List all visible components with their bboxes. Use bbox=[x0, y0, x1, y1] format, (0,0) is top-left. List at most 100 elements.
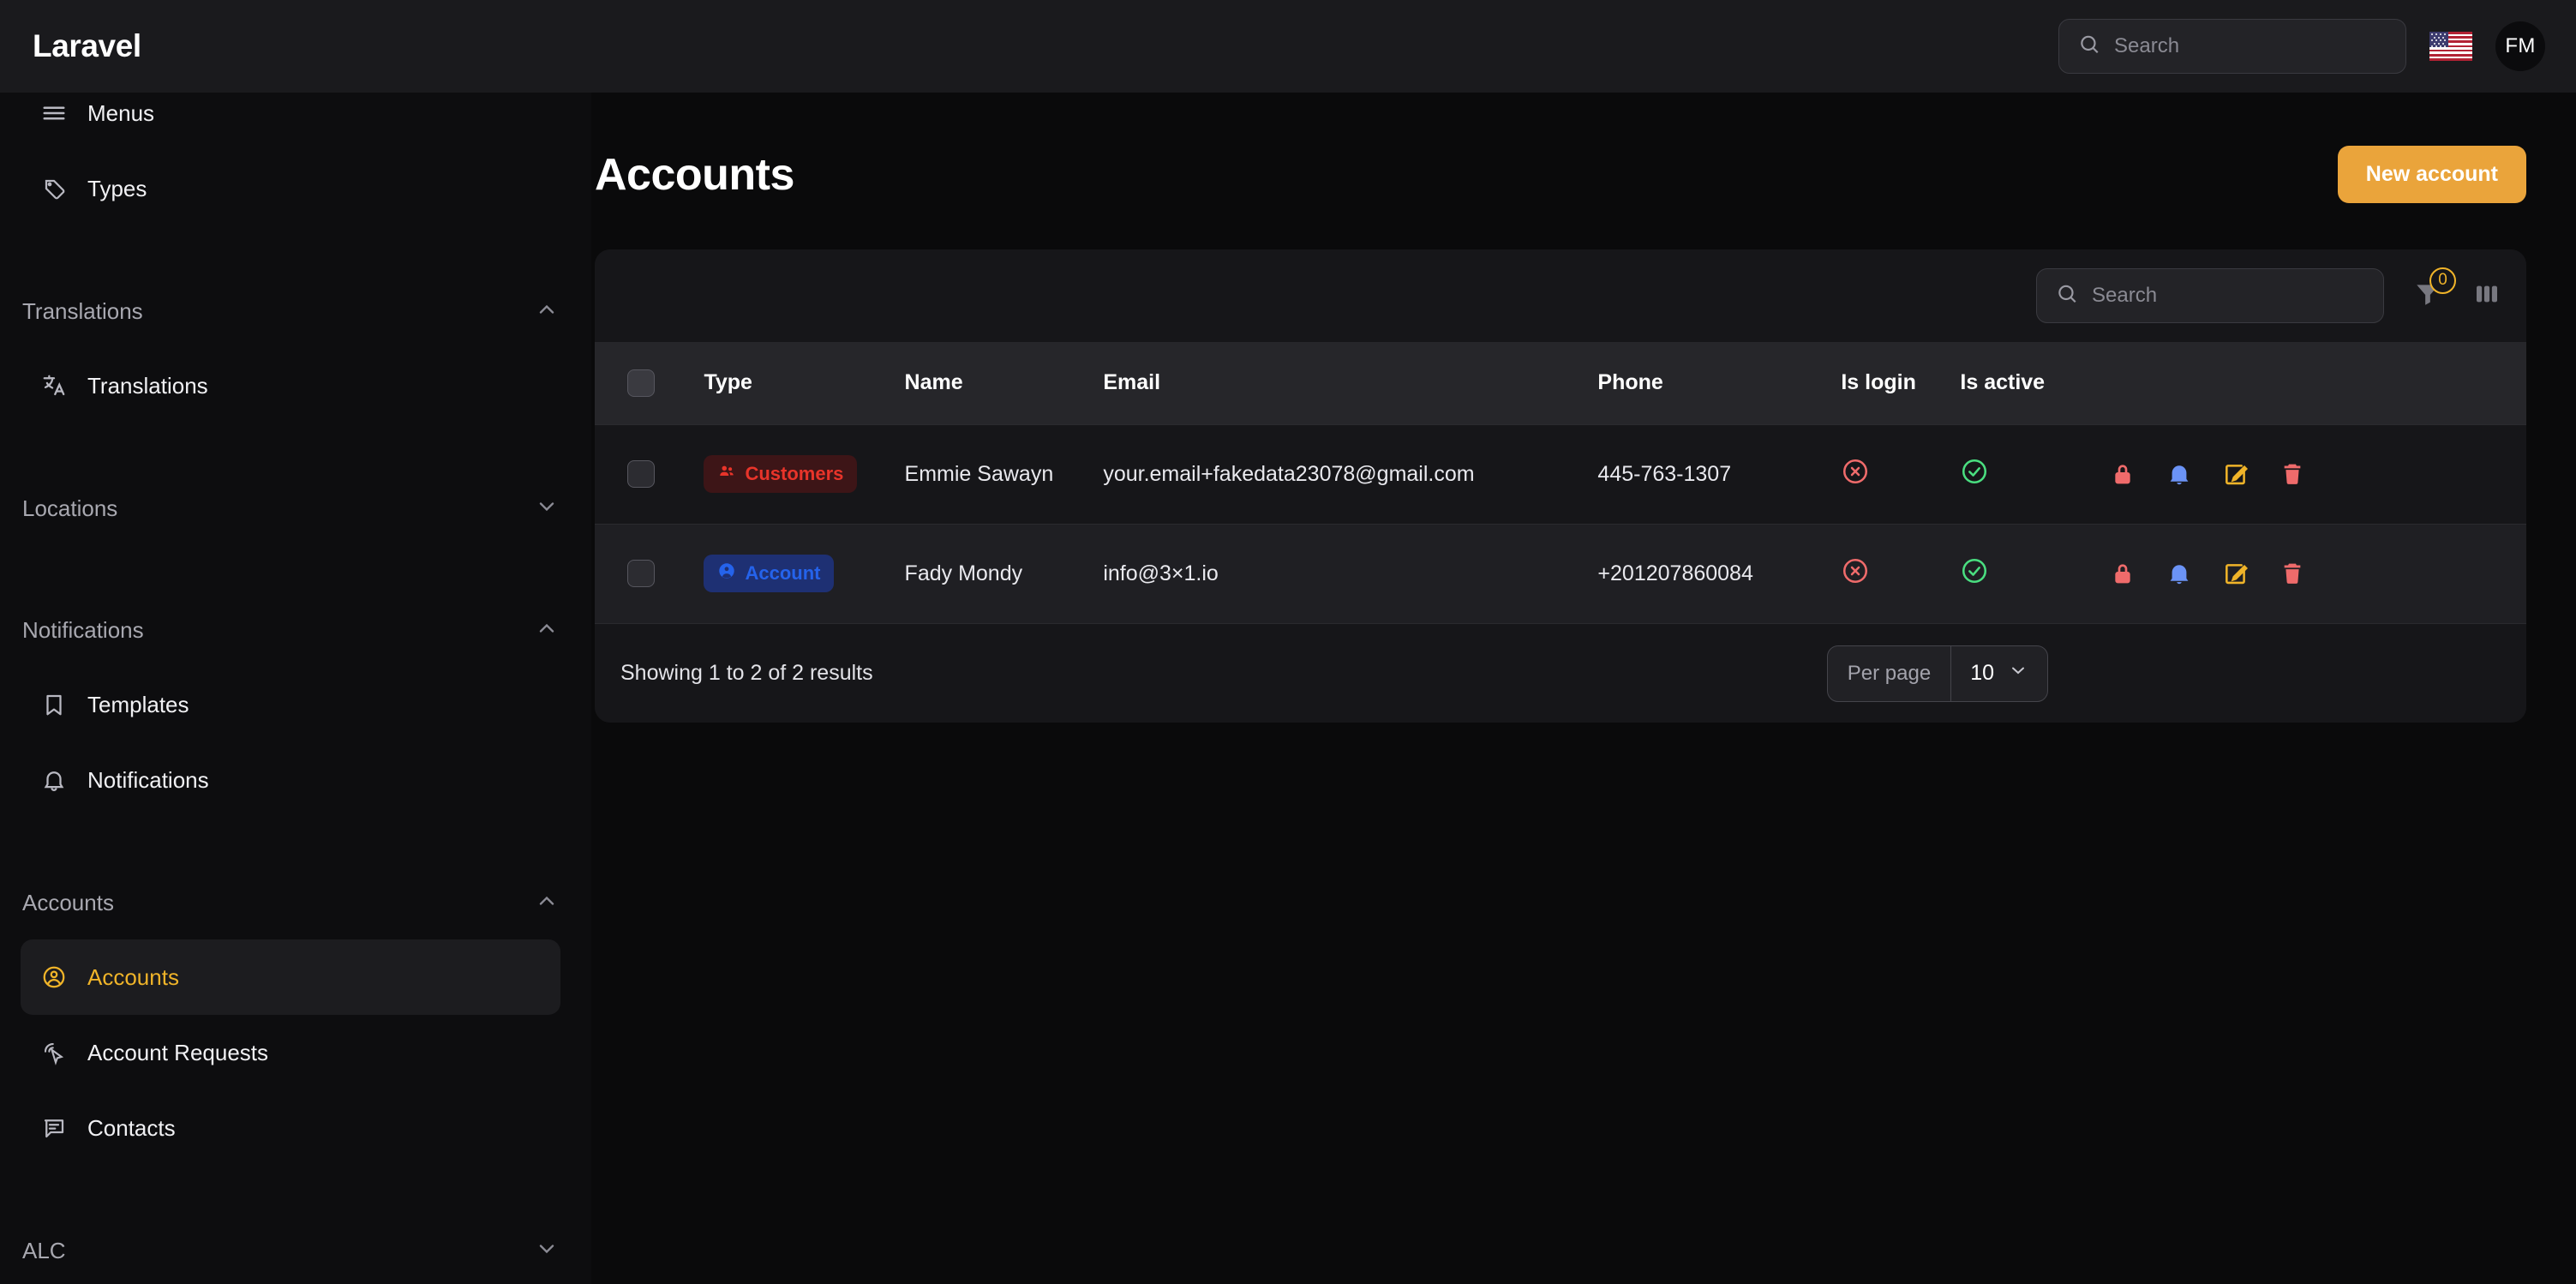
row-select-cell bbox=[595, 524, 704, 623]
cell-phone: 445-763-1307 bbox=[1597, 424, 1841, 524]
sidebar-item-label: Accounts bbox=[87, 964, 179, 991]
trash-icon[interactable] bbox=[2279, 560, 2306, 587]
row-actions bbox=[2109, 460, 2526, 488]
cell-actions bbox=[2109, 424, 2526, 524]
trash-icon[interactable] bbox=[2279, 460, 2306, 488]
sidebar-item-label: Types bbox=[87, 176, 147, 202]
table-row[interactable]: Customers Emmie Sawayn your.email+fakeda… bbox=[595, 424, 2526, 524]
select-all-checkbox[interactable] bbox=[627, 369, 655, 397]
table-footer: Showing 1 to 2 of 2 results Per page 10 bbox=[595, 623, 2526, 723]
sidebar-item-notifications[interactable]: Notifications bbox=[21, 742, 560, 818]
column-header-phone[interactable]: Phone bbox=[1597, 342, 1841, 424]
lock-icon[interactable] bbox=[2109, 560, 2136, 587]
users-group-icon bbox=[717, 462, 736, 486]
us-flag-icon[interactable] bbox=[2429, 32, 2472, 61]
global-search-input[interactable] bbox=[2059, 20, 2405, 73]
main-content: Accounts New account 0 bbox=[591, 93, 2576, 1284]
bookmark-icon bbox=[41, 692, 79, 717]
chevron-up-icon bbox=[535, 297, 559, 326]
table-header-row: Type Name Email Phone Is login Is active bbox=[595, 342, 2526, 424]
cursor-click-icon bbox=[41, 1040, 79, 1065]
sidebar-group-label: Locations bbox=[22, 495, 117, 522]
filter-count-badge: 0 bbox=[2429, 267, 2456, 294]
sidebar-item-account-requests[interactable]: Account Requests bbox=[21, 1015, 560, 1090]
bell-icon[interactable] bbox=[2166, 560, 2193, 587]
cell-type: Account bbox=[704, 524, 904, 623]
list-icon bbox=[41, 100, 79, 126]
sidebar-group-translations[interactable]: Translations bbox=[21, 274, 560, 348]
cell-actions bbox=[2109, 524, 2526, 623]
column-header-email[interactable]: Email bbox=[1103, 342, 1597, 424]
new-account-button[interactable]: New account bbox=[2338, 146, 2526, 203]
cell-phone: +201207860084 bbox=[1597, 524, 1841, 623]
select-all-cell bbox=[595, 342, 704, 424]
column-header-name[interactable]: Name bbox=[905, 342, 1104, 424]
app-brand-logo[interactable]: Laravel bbox=[33, 28, 141, 64]
sidebar-item-accounts[interactable]: Accounts bbox=[21, 939, 560, 1015]
cell-name: Emmie Sawayn bbox=[905, 424, 1104, 524]
lock-icon[interactable] bbox=[2109, 460, 2136, 488]
table-search-box[interactable] bbox=[2036, 268, 2384, 323]
column-header-actions bbox=[2109, 342, 2526, 424]
sidebar-item-contacts[interactable]: Contacts bbox=[21, 1090, 560, 1166]
global-search-box[interactable] bbox=[2058, 19, 2406, 74]
sidebar-item-translations[interactable]: Translations bbox=[21, 348, 560, 423]
sidebar-item-label: Templates bbox=[87, 692, 189, 718]
x-circle-icon bbox=[1841, 567, 1870, 591]
edit-pencil-icon[interactable] bbox=[2222, 560, 2250, 587]
page-header: Accounts New account bbox=[591, 93, 2576, 203]
sidebar-item-templates[interactable]: Templates bbox=[21, 667, 560, 742]
table-search-input[interactable] bbox=[2037, 269, 2383, 322]
sidebar-group-locations[interactable]: Locations bbox=[21, 471, 560, 545]
sidebar-group-label: Translations bbox=[22, 298, 143, 325]
chevron-down-icon bbox=[535, 1237, 559, 1265]
column-header-type[interactable]: Type bbox=[704, 342, 904, 424]
user-circle-icon bbox=[41, 964, 79, 990]
filter-button[interactable]: 0 bbox=[2413, 279, 2442, 313]
row-checkbox[interactable] bbox=[627, 460, 655, 488]
chevron-up-icon bbox=[535, 889, 559, 917]
bell-icon[interactable] bbox=[2166, 460, 2193, 488]
cell-type: Customers bbox=[704, 424, 904, 524]
page-title: Accounts bbox=[595, 149, 794, 201]
edit-pencil-icon[interactable] bbox=[2222, 460, 2250, 488]
table-toolbar: 0 bbox=[595, 249, 2526, 342]
user-avatar[interactable]: FM bbox=[2495, 21, 2545, 71]
sidebar-item-label: Contacts bbox=[87, 1115, 176, 1142]
per-page-value[interactable]: 10 bbox=[1951, 646, 2047, 701]
sidebar-group-accounts[interactable]: Accounts bbox=[21, 866, 560, 939]
table-body: Customers Emmie Sawayn your.email+fakeda… bbox=[595, 424, 2526, 623]
sidebar-group-notifications[interactable]: Notifications bbox=[21, 593, 560, 667]
sidebar-item-label: Notifications bbox=[87, 767, 209, 794]
sidebar-item-label: Account Requests bbox=[87, 1040, 268, 1066]
cell-email: your.email+fakedata23078@gmail.com bbox=[1103, 424, 1597, 524]
header-right-group: FM bbox=[2058, 19, 2545, 74]
row-checkbox[interactable] bbox=[627, 560, 655, 587]
cell-is-login bbox=[1841, 524, 1960, 623]
per-page-select[interactable]: Per page 10 bbox=[1827, 645, 2048, 702]
type-badge-label: Account bbox=[745, 562, 820, 585]
per-page-label: Per page bbox=[1828, 646, 1951, 701]
chevron-up-icon bbox=[535, 616, 559, 645]
column-header-is-login[interactable]: Is login bbox=[1841, 342, 1960, 424]
check-circle-icon bbox=[1960, 567, 1989, 591]
columns-button[interactable] bbox=[2473, 280, 2501, 312]
cell-name: Fady Mondy bbox=[905, 524, 1104, 623]
bell-icon bbox=[41, 767, 79, 793]
chat-lines-icon bbox=[41, 1115, 79, 1141]
sidebar-group-label: ALC bbox=[22, 1238, 66, 1264]
search-icon bbox=[2078, 33, 2100, 60]
sidebar-group-label: Accounts bbox=[22, 890, 114, 916]
per-page-number: 10 bbox=[1970, 661, 1994, 686]
sidebar-group-alc[interactable]: ALC bbox=[21, 1214, 560, 1284]
sidebar-item-types[interactable]: Types bbox=[21, 151, 560, 226]
sidebar-group-label: Notifications bbox=[22, 617, 144, 644]
tag-icon bbox=[41, 176, 79, 201]
column-header-is-active[interactable]: Is active bbox=[1960, 342, 2109, 424]
check-circle-icon bbox=[1960, 467, 1989, 491]
sidebar-item-label: Menus bbox=[87, 100, 154, 127]
translate-icon bbox=[41, 373, 79, 399]
type-badge: Account bbox=[704, 555, 834, 592]
table-row[interactable]: Account Fady Mondy info@3×1.io +20120786… bbox=[595, 524, 2526, 623]
accounts-table: Type Name Email Phone Is login Is active bbox=[595, 342, 2526, 623]
